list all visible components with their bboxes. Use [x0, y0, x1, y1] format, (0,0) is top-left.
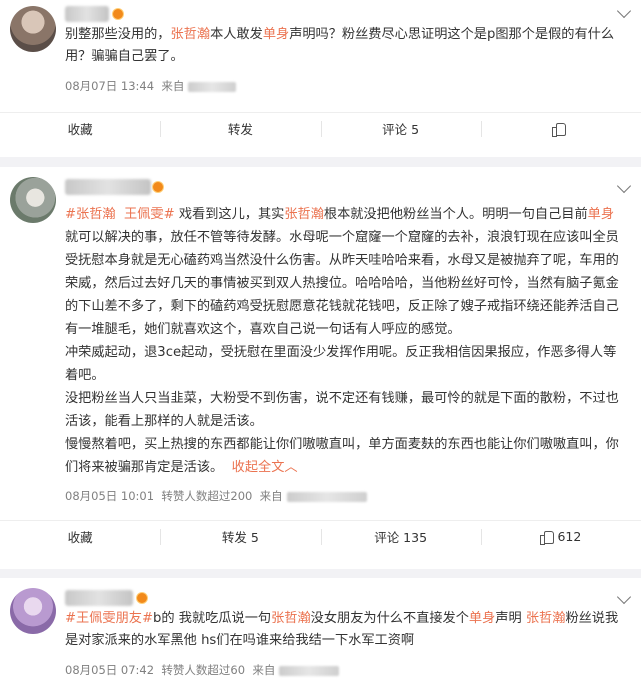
keyword-single[interactable]: 单身 [263, 27, 289, 42]
source-blurred [188, 81, 237, 92]
paragraph-2: 冲荣威起动，退3ce起动，受抚慰在里面没少发挥作用呢。反正我相信因果报应，作恶多… [65, 345, 617, 383]
like-button[interactable]: 612 [480, 521, 641, 552]
collapse-link[interactable]: 收起全文︿ [232, 460, 298, 475]
hashtag-link[interactable]: #张哲瀚 [65, 207, 116, 222]
paragraph-3: 没把粉丝当人只当韭菜，大粉受不到伤害，说不定还有钱赚，最可怜的就是下面的散粉，不… [65, 391, 619, 429]
favorite-button[interactable]: 收藏 [0, 113, 160, 144]
source-blurred [279, 665, 340, 676]
repost-button[interactable]: 转发 [160, 113, 320, 144]
action-bar: 收藏 转发 5 评论 135 612 [0, 520, 641, 552]
source-label: 来自 [252, 663, 276, 677]
vip-badge-icon [112, 8, 124, 20]
keyword-name[interactable]: 张哲瀚 [171, 27, 211, 42]
post-text: #张哲瀚 王佩雯# 戏看到这儿，其实张哲瀚根本就没把他粉丝当个人。明明一句自己目… [65, 203, 625, 479]
avatar[interactable] [10, 588, 56, 634]
like-button[interactable] [480, 113, 641, 144]
source-label: 来自 [259, 489, 283, 503]
post-text: #王佩雯朋友#b的 我就吃瓜说一句张哲瀚没女朋友为什么不直接发个单身声明 张哲瀚… [65, 611, 619, 648]
paragraph-1: #张哲瀚 王佩雯# 戏看到这儿，其实张哲瀚根本就没把他粉丝当个人。明明一句自己目… [65, 207, 619, 337]
chevron-down-icon[interactable] [616, 589, 632, 605]
action-bar: 收藏 转发 评论 5 [0, 112, 641, 144]
interaction-count: 转赞人数超过200 [161, 489, 253, 503]
username-blurred[interactable] [65, 179, 151, 195]
paragraph-4: 慢慢熬着吧，买上热搜的东西都能让你们嗷嗷直叫，单方面麦麸的东西也能让你们嗷嗷直叫… [65, 437, 619, 475]
username-blurred[interactable] [65, 6, 109, 22]
weibo-post-2: #张哲瀚 王佩雯# 戏看到这儿，其实张哲瀚根本就没把他粉丝当个人。明明一句自己目… [0, 167, 641, 569]
username-blurred[interactable] [65, 590, 133, 606]
vip-badge-icon [152, 181, 164, 193]
post-meta: 08月05日 10:01 转赞人数超过200 来自 [65, 488, 367, 504]
repost-button[interactable]: 转发 5 [160, 521, 320, 552]
chevron-up-icon: ︿ [284, 460, 298, 475]
post-meta: 08月05日 07:42 转赞人数超过60 来自 [65, 662, 340, 678]
post-time: 08月05日 10:01 [65, 489, 155, 503]
source-label: 来自 [161, 79, 185, 93]
comment-button[interactable]: 评论 135 [320, 521, 481, 552]
post-time: 08月07日 13:44 [65, 79, 155, 93]
hashtag-link[interactable]: 王佩雯# [124, 207, 175, 222]
keyword-name[interactable]: 张哲瀚 [526, 611, 566, 626]
chevron-down-icon[interactable] [616, 178, 632, 194]
source-blurred [286, 491, 367, 502]
chevron-down-icon[interactable] [616, 3, 632, 19]
interaction-count: 转赞人数超过60 [161, 663, 246, 677]
keyword-single[interactable]: 单身 [588, 207, 614, 222]
thumbs-up-icon [552, 122, 567, 137]
hashtag-link[interactable]: #王佩雯朋友# [65, 611, 153, 626]
favorite-button[interactable]: 收藏 [0, 521, 160, 552]
post-meta: 08月07日 13:44 来自 [65, 78, 237, 94]
vip-badge-icon [136, 592, 148, 604]
weibo-post-1: 别整那些没用的，张哲瀚本人敢发单身声明吗？粉丝费尽心思证明这个是p图那个是假的有… [0, 0, 641, 157]
comment-button[interactable]: 评论 5 [320, 113, 481, 144]
post-text: 别整那些没用的，张哲瀚本人敢发单身声明吗？粉丝费尽心思证明这个是p图那个是假的有… [65, 27, 615, 64]
avatar[interactable] [10, 177, 56, 223]
keyword-name[interactable]: 张哲瀚 [284, 207, 324, 222]
post-time: 08月05日 07:42 [65, 663, 155, 677]
weibo-post-3: #王佩雯朋友#b的 我就吃瓜说一句张哲瀚没女朋友为什么不直接发个单身声明 张哲瀚… [0, 578, 641, 682]
thumbs-up-icon [540, 530, 555, 545]
keyword-name[interactable]: 张哲瀚 [271, 611, 311, 626]
avatar[interactable] [10, 6, 56, 52]
keyword-single[interactable]: 单身 [469, 611, 495, 626]
